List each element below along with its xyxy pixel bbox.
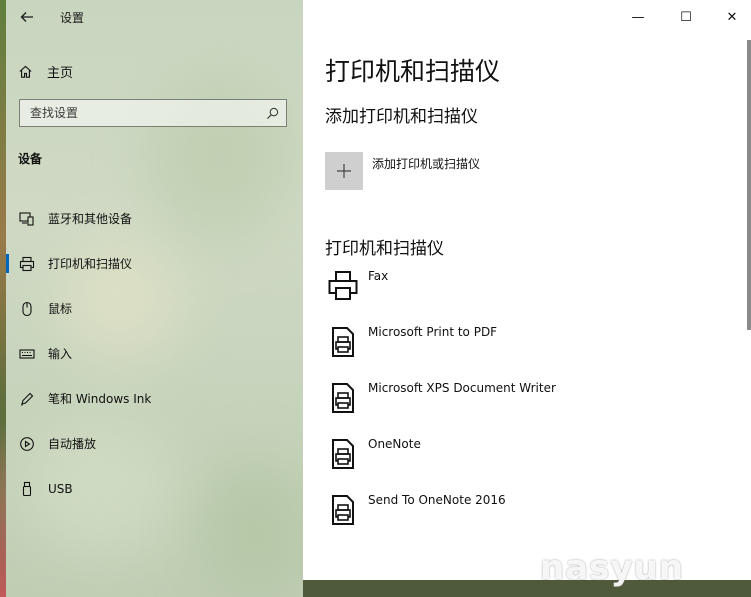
printer-item[interactable]: Send To OneNote 2016 (325, 492, 725, 544)
document-printer-icon (325, 324, 361, 360)
add-section-title: 添加打印机和扫描仪 (325, 107, 478, 127)
back-arrow-icon (20, 12, 33, 22)
printer-name: Send To OneNote 2016 (368, 493, 506, 507)
printer-item[interactable]: OneNote (325, 436, 725, 488)
bluetooth-devices-icon (18, 210, 36, 228)
document-printer-icon (325, 380, 361, 416)
home-link[interactable]: 主页 (18, 60, 73, 82)
title-bar: 设置 (0, 0, 303, 34)
sidebar-nav: 蓝牙和其他设备 打印机和扫描仪 鼠标 输入 笔和 Windows Ink 自动播… (0, 196, 303, 511)
document-printer-icon (325, 492, 361, 528)
sidebar: 设置 主页 设备 蓝牙和其他设备 打印机和扫描仪 (0, 0, 303, 597)
home-label: 主页 (47, 65, 74, 81)
mouse-icon (18, 300, 36, 318)
sidebar-item-autoplay[interactable]: 自动播放 (0, 421, 303, 466)
sidebar-item-label: 鼠标 (48, 302, 73, 316)
home-icon (19, 65, 32, 78)
sidebar-item-label: 蓝牙和其他设备 (48, 212, 133, 226)
sidebar-item-printers[interactable]: 打印机和扫描仪 (0, 241, 303, 286)
printer-name: Microsoft XPS Document Writer (368, 381, 556, 395)
section-label: 设备 (18, 152, 43, 166)
close-button[interactable]: ✕ (711, 0, 751, 34)
watermark: nasyun (540, 548, 684, 588)
search-icon[interactable] (258, 107, 286, 120)
printer-name: Fax (368, 269, 389, 283)
fax-printer-icon (325, 268, 361, 304)
autoplay-icon (18, 435, 36, 453)
sidebar-item-label: 自动播放 (48, 437, 97, 451)
sidebar-item-label: 笔和 Windows Ink (48, 392, 152, 406)
printer-item[interactable]: Fax (325, 268, 725, 320)
printer-item[interactable]: Microsoft XPS Document Writer (325, 380, 725, 432)
back-button[interactable] (14, 6, 40, 28)
sidebar-item-mouse[interactable]: 鼠标 (0, 286, 303, 331)
usb-icon (18, 480, 36, 498)
sidebar-item-label: USB (48, 481, 73, 496)
printer-icon (18, 255, 36, 273)
close-icon: ✕ (726, 9, 738, 25)
sidebar-item-pen[interactable]: 笔和 Windows Ink (0, 376, 303, 421)
minimize-button[interactable]: — (617, 0, 659, 34)
maximize-icon: ☐ (680, 9, 692, 25)
printers-section-title: 打印机和扫描仪 (325, 239, 444, 259)
search-box[interactable] (19, 99, 287, 127)
add-tile[interactable] (325, 152, 363, 190)
page-title: 打印机和扫描仪 (325, 57, 501, 86)
sidebar-item-label: 打印机和扫描仪 (48, 257, 133, 271)
add-printer-button[interactable]: 添加打印机或扫描仪 (325, 152, 480, 190)
plus-icon (337, 164, 351, 178)
main-content: — ☐ ✕ 打印机和扫描仪 添加打印机和扫描仪 添加打印机或扫描仪 打印机和扫描… (303, 0, 751, 597)
scrollbar[interactable] (747, 40, 751, 330)
printer-name: OneNote (368, 437, 421, 451)
sidebar-item-label: 输入 (48, 347, 73, 361)
sidebar-item-bluetooth[interactable]: 蓝牙和其他设备 (0, 196, 303, 241)
printer-name: Microsoft Print to PDF (368, 325, 498, 339)
printer-item[interactable]: Microsoft Print to PDF (325, 324, 725, 376)
document-printer-icon (325, 436, 361, 472)
maximize-button[interactable]: ☐ (665, 0, 707, 34)
pen-icon (18, 390, 36, 408)
search-input[interactable] (20, 100, 258, 126)
sidebar-item-usb[interactable]: USB (0, 466, 303, 511)
sidebar-item-typing[interactable]: 输入 (0, 331, 303, 376)
app-title: 设置 (60, 11, 85, 25)
add-printer-label: 添加打印机或扫描仪 (372, 157, 481, 171)
keyboard-icon (18, 345, 36, 363)
minimize-icon: — (631, 9, 645, 25)
